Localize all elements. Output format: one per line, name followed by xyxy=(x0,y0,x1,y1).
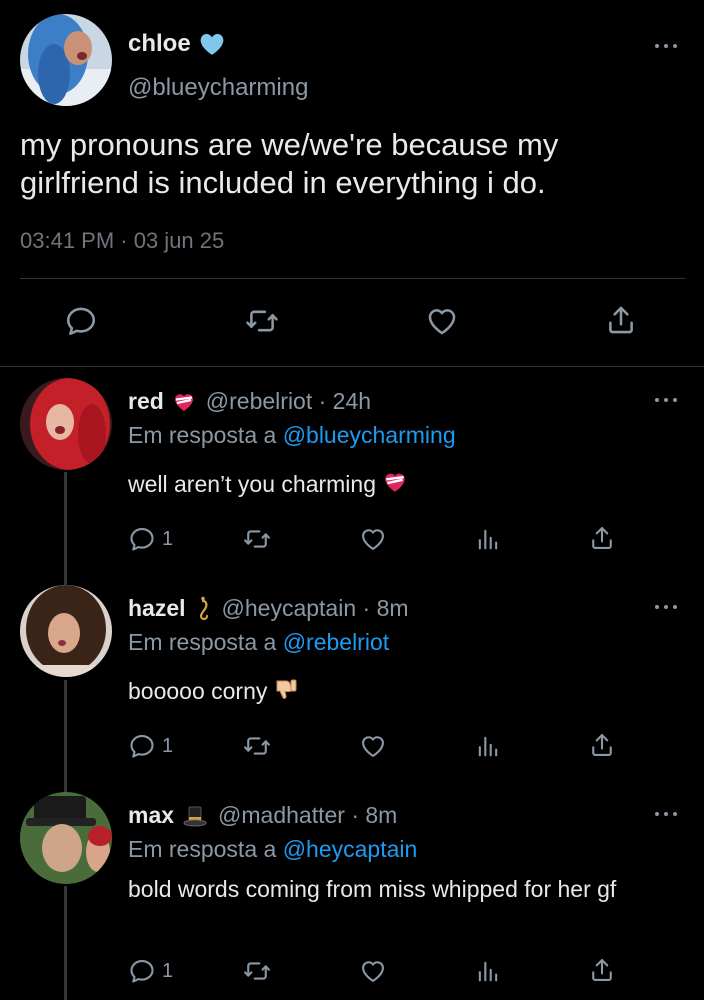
handle-time[interactable]: @madhatter · 8m xyxy=(218,802,397,829)
reply-header: hazel @heycaptain · 8m xyxy=(128,595,409,622)
replying-prefix: Em resposta a xyxy=(128,836,277,862)
like-button[interactable] xyxy=(424,304,460,338)
view-stats-button[interactable] xyxy=(474,732,502,760)
avatar[interactable] xyxy=(20,14,112,106)
replying-to: Em resposta a @blueycharming xyxy=(128,422,456,449)
like-button[interactable] xyxy=(358,525,388,553)
share-button[interactable] xyxy=(588,523,616,553)
retweet-icon xyxy=(242,525,272,553)
heart-with-ribbon-icon xyxy=(172,390,196,414)
like-icon xyxy=(358,957,388,985)
reply-count: 1 xyxy=(162,959,174,982)
retweet-icon xyxy=(244,304,280,338)
reply-count: 1 xyxy=(162,734,174,757)
share-button[interactable] xyxy=(588,955,616,985)
top-hat-icon xyxy=(182,804,208,828)
view-stats-button[interactable] xyxy=(474,525,502,553)
reply-icon xyxy=(128,732,156,760)
reply-header: red @rebelriot · 24h xyxy=(128,388,371,415)
more-options-icon[interactable] xyxy=(654,603,678,611)
display-name[interactable]: max xyxy=(128,802,174,829)
tweet-text: my pronouns are we/we're because my girl… xyxy=(20,127,559,200)
thread-line xyxy=(64,680,67,798)
reply-button[interactable]: 1 xyxy=(128,957,173,985)
handle-time[interactable]: @rebelriot · 24h xyxy=(206,388,371,415)
share-icon xyxy=(588,955,616,985)
reply-icon xyxy=(64,304,98,338)
retweet-icon xyxy=(242,957,272,985)
view-stats-button[interactable] xyxy=(474,957,502,985)
share-icon xyxy=(588,523,616,553)
like-icon xyxy=(424,304,460,338)
retweet-button[interactable] xyxy=(242,525,272,553)
replying-to: Em resposta a @heycaptain xyxy=(128,836,417,863)
tweet-text: well aren’t you charming xyxy=(128,469,684,503)
like-button[interactable] xyxy=(358,957,388,985)
heart-with-ribbon-icon xyxy=(382,469,408,503)
tweet-text-content: booooo corny xyxy=(128,678,268,705)
reply-icon xyxy=(128,957,156,985)
tweet-text: booooo corny xyxy=(128,676,684,710)
main-tweet: chloe @blueycharming my pronouns are we/… xyxy=(0,0,704,368)
replying-to: Em resposta a @rebelriot xyxy=(128,629,389,656)
display-name[interactable]: hazel xyxy=(128,595,186,622)
display-name[interactable]: red xyxy=(128,388,164,415)
like-icon xyxy=(358,525,388,553)
more-options-icon[interactable] xyxy=(654,810,678,818)
replying-prefix: Em resposta a xyxy=(128,422,277,448)
reply-icon xyxy=(128,525,156,553)
reply-count: 1 xyxy=(162,527,174,550)
mention-link[interactable]: @blueycharming xyxy=(283,422,456,448)
avatar[interactable] xyxy=(20,378,112,470)
retweet-button[interactable] xyxy=(242,957,272,985)
share-icon xyxy=(604,302,638,338)
stats-icon xyxy=(474,957,502,985)
timestamp: 03:41 PM · 03 jun 25 xyxy=(20,228,225,253)
replying-prefix: Em resposta a xyxy=(128,629,277,655)
reply-header: max @madhatter · 8m xyxy=(128,802,397,829)
reply-button[interactable] xyxy=(64,304,98,338)
stats-icon xyxy=(474,525,502,553)
more-options-icon[interactable] xyxy=(654,42,678,50)
avatar[interactable] xyxy=(20,792,112,884)
retweet-button[interactable] xyxy=(242,732,272,760)
share-button[interactable] xyxy=(588,730,616,760)
mention-link[interactable]: @rebelriot xyxy=(283,629,389,655)
avatar[interactable] xyxy=(20,585,112,677)
like-button[interactable] xyxy=(358,732,388,760)
handle[interactable]: @blueycharming xyxy=(128,74,308,102)
reply-button[interactable]: 1 xyxy=(128,732,173,760)
divider xyxy=(0,366,704,367)
light-blue-heart-icon xyxy=(200,34,224,55)
like-icon xyxy=(358,732,388,760)
retweet-button[interactable] xyxy=(244,304,280,338)
reply-button[interactable]: 1 xyxy=(128,525,173,553)
display-name-text[interactable]: chloe xyxy=(128,30,191,58)
tweet-text-content: well aren’t you charming xyxy=(128,471,377,498)
thread-line xyxy=(64,886,67,1000)
more-options-icon[interactable] xyxy=(654,396,678,404)
stats-icon xyxy=(474,732,502,760)
retweet-icon xyxy=(242,732,272,760)
handle-time[interactable]: @heycaptain · 8m xyxy=(222,595,409,622)
share-icon xyxy=(588,730,616,760)
thread-line xyxy=(64,472,67,592)
thumbs-down-icon xyxy=(273,676,299,710)
hook-icon xyxy=(194,596,212,622)
tweet-text: bold words coming from miss whipped for … xyxy=(128,876,617,902)
mention-link[interactable]: @heycaptain xyxy=(283,836,418,862)
divider xyxy=(20,278,686,279)
share-button[interactable] xyxy=(604,302,638,338)
display-name[interactable]: chloe xyxy=(128,30,225,58)
